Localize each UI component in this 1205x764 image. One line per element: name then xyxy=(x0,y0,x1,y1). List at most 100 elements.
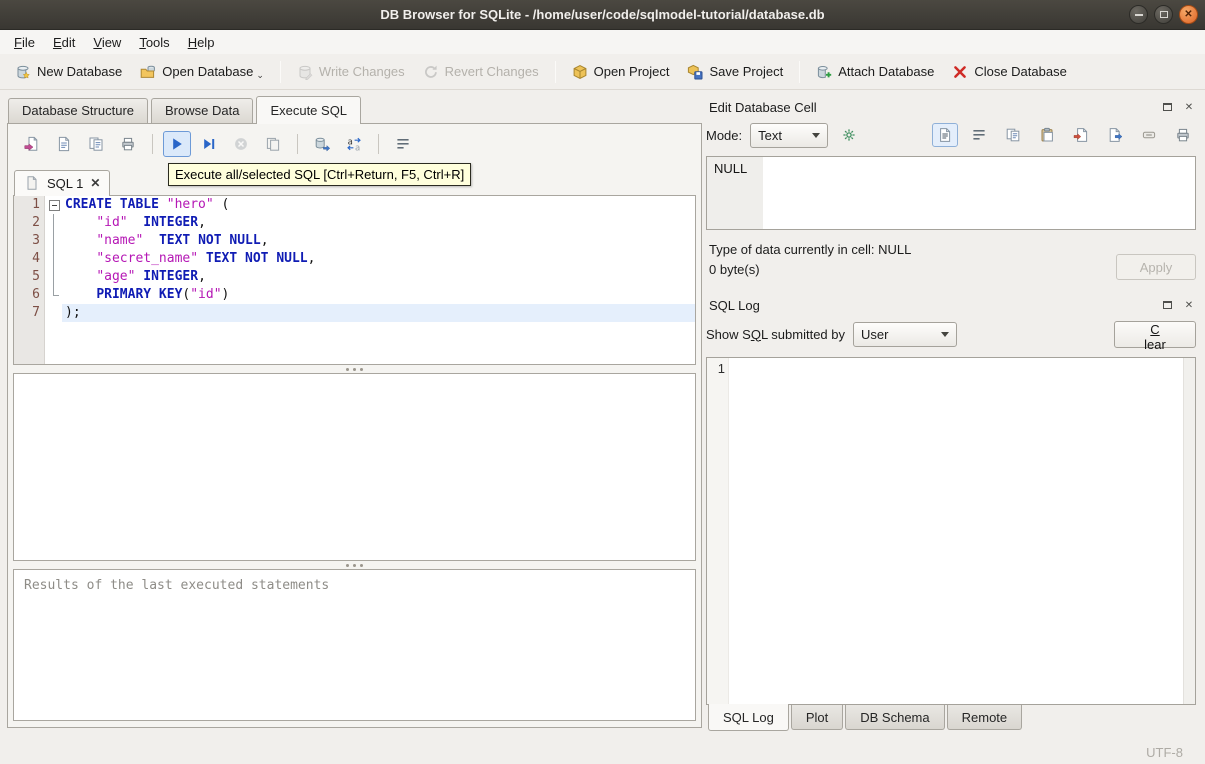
splitter-handle-1[interactable] xyxy=(13,365,696,373)
sql-tab-close-icon[interactable]: ✕ xyxy=(90,177,100,189)
main-tabs: Database Structure Browse Data Execute SQL xyxy=(7,96,702,124)
sql-log-header-icons: ✕ xyxy=(1160,298,1196,312)
paste-cell-button[interactable] xyxy=(1034,123,1060,147)
close-window-button[interactable]: ✕ xyxy=(1179,5,1198,24)
menu-tools[interactable]: Tools xyxy=(130,32,178,53)
cell-editor[interactable]: NULL xyxy=(706,156,1196,230)
encoding-label: UTF-8 xyxy=(1146,744,1183,760)
copy-cell-icon xyxy=(1005,127,1021,143)
right-panel: Edit Database Cell ✕ Mode: Text NULL Typ… xyxy=(702,96,1205,740)
edit-cell-header-icons: ✕ xyxy=(1160,100,1196,114)
close-database-icon xyxy=(952,64,968,80)
open-project-icon xyxy=(572,64,588,80)
maximize-button[interactable] xyxy=(1154,5,1173,24)
save-sql-file-as-button[interactable] xyxy=(82,131,110,157)
word-wrap-cell-button[interactable] xyxy=(966,123,992,147)
save-sql-file-button[interactable] xyxy=(50,131,78,157)
edit-cell-header: Edit Database Cell ✕ xyxy=(706,96,1196,118)
main-area: Database Structure Browse Data Execute SQL… xyxy=(0,90,1205,740)
tab-execute-sql[interactable]: Execute SQL xyxy=(256,96,362,124)
float-panel-icon[interactable] xyxy=(1160,100,1174,114)
print-cell-button[interactable] xyxy=(1170,123,1196,147)
open-database-label: Open Database xyxy=(162,64,254,79)
fold-marker xyxy=(45,214,62,232)
attach-database-icon xyxy=(816,64,832,80)
revert-changes-button[interactable]: Revert Changes xyxy=(414,59,548,85)
stop-execution-button[interactable] xyxy=(227,131,255,157)
editor-line-1: 1 CREATE TABLE "hero" ( xyxy=(14,196,695,214)
text-mode-button[interactable] xyxy=(932,123,958,147)
sql-tab[interactable]: SQL 1 ✕ xyxy=(14,170,111,196)
float-panel-icon[interactable] xyxy=(1160,298,1174,312)
menu-view[interactable]: View xyxy=(84,32,130,53)
tab-database-structure[interactable]: Database Structure xyxy=(8,98,149,123)
execute-all-button[interactable] xyxy=(163,131,191,157)
find-replace-button[interactable]: aa xyxy=(340,131,368,157)
bottom-tab-plot[interactable]: Plot xyxy=(790,705,844,730)
new-database-button[interactable]: New Database xyxy=(6,59,131,85)
main-toolbar: New Database Open Database ⌄ Write Changes R… xyxy=(0,54,1205,90)
bottom-tab-sql-log[interactable]: SQL Log xyxy=(708,704,789,731)
tab-browse-data[interactable]: Browse Data xyxy=(151,98,254,123)
fold-marker[interactable] xyxy=(45,196,62,214)
filter-label: Show SQL submitted by xyxy=(706,326,845,342)
save-project-button[interactable]: Save Project xyxy=(678,59,792,85)
sql-log-view[interactable]: 1 xyxy=(706,357,1196,705)
attach-database-button[interactable]: Attach Database xyxy=(807,59,943,85)
set-null-button[interactable] xyxy=(1136,123,1162,147)
menubar: File Edit View Tools Help xyxy=(0,30,1205,54)
open-project-button[interactable]: Open Project xyxy=(563,59,679,85)
sql-editor[interactable]: 1 CREATE TABLE "hero" (2 "id" INTEGER, 3 "… xyxy=(13,195,696,365)
bottom-tab-remote[interactable]: Remote xyxy=(946,705,1023,730)
mode-select[interactable]: Text xyxy=(750,122,829,148)
execute-current-line-button[interactable] xyxy=(195,131,223,157)
save-results-view-button[interactable] xyxy=(259,131,287,157)
cell-mode-row: Mode: Text xyxy=(706,118,1196,152)
log-scrollbar[interactable] xyxy=(1183,358,1195,704)
line-number: 7 xyxy=(32,305,40,320)
code-text: "name" TEXT NOT NULL, xyxy=(96,233,269,248)
mode-value: Text xyxy=(758,127,782,143)
import-cell-data-icon xyxy=(1073,127,1089,143)
auto-format-icon[interactable] xyxy=(836,123,862,147)
editor-line-4: 4 "secret_name" TEXT NOT NULL, xyxy=(14,250,695,268)
edit-cell-title: Edit Database Cell xyxy=(709,99,817,115)
export-cell-data-button[interactable] xyxy=(1102,123,1128,147)
window-controls: ✕ xyxy=(1129,5,1198,24)
app-window: DB Browser for SQLite - /home/user/code/… xyxy=(0,0,1205,764)
menu-edit[interactable]: Edit xyxy=(44,32,84,53)
filter-select[interactable]: User xyxy=(853,321,957,347)
filter-value: User xyxy=(861,326,889,342)
import-cell-data-button[interactable] xyxy=(1068,123,1094,147)
menu-file[interactable]: File xyxy=(5,32,44,53)
print-sql-button[interactable] xyxy=(114,131,142,157)
execute-current-line-icon xyxy=(201,136,217,152)
open-database-icon xyxy=(140,64,156,80)
close-panel-icon[interactable]: ✕ xyxy=(1182,298,1196,312)
save-results-view-icon xyxy=(265,136,281,152)
menu-help[interactable]: Help xyxy=(179,32,224,53)
dropdown-caret-icon[interactable]: ⌄ xyxy=(256,70,264,80)
close-database-label: Close Database xyxy=(974,64,1067,79)
bottom-tab-db-schema[interactable]: DB Schema xyxy=(845,705,945,730)
close-database-button[interactable]: Close Database xyxy=(943,59,1076,85)
titlebar[interactable]: DB Browser for SQLite - /home/user/code/… xyxy=(0,0,1205,30)
clear-button[interactable]: Clear xyxy=(1114,320,1196,352)
save-sql-file-as-icon xyxy=(88,136,104,152)
line-number: 3 xyxy=(32,233,40,248)
splitter-handle-2[interactable] xyxy=(13,561,696,569)
open-database-button[interactable]: Open Database ⌄ xyxy=(131,59,273,85)
minimize-button[interactable] xyxy=(1129,5,1148,24)
write-changes-button[interactable]: Write Changes xyxy=(288,59,414,85)
export-results-icon xyxy=(314,136,330,152)
toolbar-separator xyxy=(378,134,379,154)
print-cell-icon xyxy=(1175,127,1191,143)
open-sql-file-button[interactable] xyxy=(18,131,46,157)
close-panel-icon[interactable]: ✕ xyxy=(1182,100,1196,114)
sql-log-filter-row: Show SQL submitted by User Clear xyxy=(706,316,1196,352)
apply-button[interactable]: Apply xyxy=(1116,254,1196,280)
copy-cell-button[interactable] xyxy=(1000,123,1026,147)
export-results-button[interactable] xyxy=(308,131,336,157)
cell-type-info: Type of data currently in cell: NULL xyxy=(709,242,912,257)
word-wrap-button[interactable] xyxy=(389,131,417,157)
